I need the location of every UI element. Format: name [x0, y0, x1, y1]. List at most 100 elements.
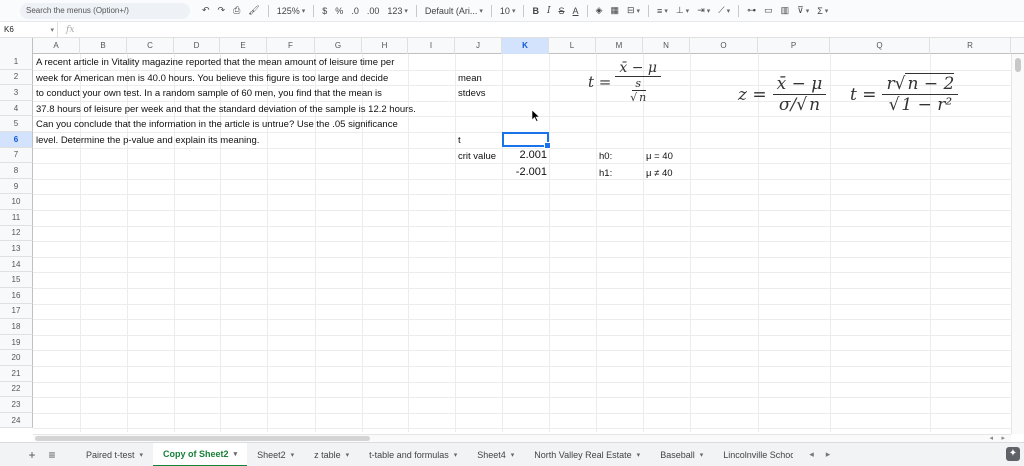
chevron-down-icon[interactable]: ▾	[637, 451, 641, 459]
text-wrap-icon[interactable]: ⇥	[693, 3, 714, 19]
column-header-f[interactable]: F	[267, 38, 315, 54]
cell-k7[interactable]: 2.001	[503, 148, 547, 163]
column-header-n[interactable]: N	[643, 38, 690, 54]
row-header-3[interactable]: 3	[0, 85, 33, 101]
increase-decimal-button[interactable]: .00	[363, 3, 384, 19]
row-header-13[interactable]: 13	[0, 241, 33, 257]
cell-m7[interactable]: h0:	[599, 149, 612, 164]
row-header-9[interactable]: 9	[0, 178, 33, 195]
chevron-down-icon[interactable]: ▾	[700, 451, 704, 459]
functions-button[interactable]: Σ	[813, 3, 832, 19]
row-header-2[interactable]: 2	[0, 69, 33, 86]
row-header-8[interactable]: 8	[0, 163, 33, 179]
currency-button[interactable]: $	[318, 3, 331, 19]
text-rotate-icon[interactable]: ⟋	[714, 3, 734, 19]
undo-icon[interactable]: ↶	[198, 3, 214, 19]
italic-button[interactable]: I	[543, 3, 555, 19]
row-header-12[interactable]: 12	[0, 225, 33, 242]
column-header-d[interactable]: D	[174, 38, 220, 54]
cell-j2[interactable]: mean	[458, 71, 482, 86]
row-header-4[interactable]: 4	[0, 100, 33, 117]
sheet-tab[interactable]: Paired t-test ▾	[76, 443, 153, 466]
row-header-22[interactable]: 22	[0, 381, 33, 398]
column-header-h[interactable]: H	[362, 38, 408, 54]
row-header-10[interactable]: 10	[0, 194, 33, 210]
chevron-down-icon[interactable]: ▾	[291, 451, 295, 459]
row-header-19[interactable]: 19	[0, 334, 33, 351]
column-header-l[interactable]: L	[549, 38, 596, 54]
chart-icon[interactable]: ▥	[777, 3, 794, 19]
column-header-a[interactable]: A	[33, 38, 80, 54]
decrease-decimal-button[interactable]: .0	[347, 3, 363, 19]
sheet-tab[interactable]: Sheet4 ▾	[467, 443, 524, 466]
select-all-corner[interactable]	[0, 38, 33, 54]
cell-j7[interactable]: crit value	[458, 149, 496, 164]
borders-icon[interactable]: ▦	[606, 3, 623, 19]
explore-icon[interactable]: ✦	[1006, 447, 1020, 461]
column-header-e[interactable]: E	[220, 38, 267, 54]
row-header-6[interactable]: 6	[0, 132, 33, 148]
row-header-5[interactable]: 5	[0, 116, 33, 132]
text-color-button[interactable]: A	[569, 3, 583, 19]
sheet-tab[interactable]: North Valley Real Estate ▾	[524, 443, 650, 466]
row-header-24[interactable]: 24	[0, 412, 33, 429]
row-header-17[interactable]: 17	[0, 303, 33, 320]
cell-a3[interactable]: to conduct your own test. In a random sa…	[36, 86, 382, 101]
name-box[interactable]: K6 ▾	[0, 22, 58, 37]
zoom-select[interactable]: 125%	[273, 3, 310, 19]
tabs-next-icon[interactable]: ▸	[820, 449, 837, 460]
align-left-icon[interactable]: ≡	[653, 3, 672, 19]
row-header-1[interactable]: 1	[0, 54, 33, 70]
cell-j3[interactable]: stdevs	[458, 86, 485, 101]
strikethrough-button[interactable]: S	[555, 3, 569, 19]
comment-icon[interactable]: ▭	[760, 3, 777, 19]
vertical-align-icon[interactable]: ⊥	[672, 3, 693, 19]
vertical-scrollbar[interactable]	[1011, 54, 1024, 434]
cell-a4[interactable]: 37.8 hours of leisure per week and that …	[36, 102, 416, 117]
row-header-7[interactable]: 7	[0, 147, 33, 164]
merge-cells-icon[interactable]: ⊟	[623, 3, 644, 19]
link-icon[interactable]: ⊶	[743, 3, 760, 19]
row-header-23[interactable]: 23	[0, 397, 33, 413]
tabs-prev-icon[interactable]: ◂	[803, 449, 820, 460]
scroll-right-icon[interactable]: ▸	[1001, 434, 1005, 442]
paint-format-icon[interactable]: 🖌	[244, 3, 263, 19]
column-header-c[interactable]: C	[127, 38, 174, 54]
scroll-left-icon[interactable]: ◂	[989, 434, 993, 442]
active-cell-k6[interactable]	[502, 132, 551, 149]
column-header-g[interactable]: G	[315, 38, 362, 54]
formula-input[interactable]	[74, 22, 1024, 37]
cell-n8[interactable]: μ ≠ 40	[646, 166, 673, 181]
print-icon[interactable]: ⎙	[229, 3, 244, 19]
font-size-select[interactable]: 10	[496, 3, 520, 19]
chevron-down-icon[interactable]: ▾	[140, 451, 144, 459]
redo-icon[interactable]: ↷	[214, 3, 230, 19]
all-sheets-icon[interactable]: ≡	[42, 448, 62, 462]
column-header-m[interactable]: M	[596, 38, 643, 54]
sheet-tab[interactable]: Lincolnville Schoo	[713, 443, 803, 466]
column-header-r[interactable]: R	[930, 38, 1011, 54]
menu-search-input[interactable]: Search the menus (Option+/)	[20, 2, 190, 19]
sheet-tab[interactable]: t-table and formulas ▾	[359, 443, 467, 466]
row-header-18[interactable]: 18	[0, 319, 33, 335]
column-header-j[interactable]: J	[455, 38, 502, 54]
row-header-14[interactable]: 14	[0, 256, 33, 273]
sheet-tab[interactable]: Sheet2 ▾	[247, 443, 304, 466]
row-header-11[interactable]: 11	[0, 210, 33, 226]
chevron-down-icon[interactable]: ▾	[511, 451, 515, 459]
row-header-21[interactable]: 21	[0, 366, 33, 382]
chevron-down-icon[interactable]: ▾	[234, 450, 238, 458]
cell-j6[interactable]: t	[458, 133, 461, 148]
bold-button[interactable]: B	[528, 3, 543, 19]
more-formats-select[interactable]: 123	[383, 3, 412, 19]
vertical-scroll-thumb[interactable]	[1015, 58, 1021, 72]
column-header-p[interactable]: P	[758, 38, 830, 54]
horizontal-scroll-thumb[interactable]	[35, 436, 370, 441]
font-select[interactable]: Default (Ari...	[421, 3, 487, 19]
sheet-tab[interactable]: Baseball ▾	[650, 443, 713, 466]
column-header-b[interactable]: B	[80, 38, 127, 54]
row-header-20[interactable]: 20	[0, 350, 33, 366]
fill-color-icon[interactable]: ◈	[592, 3, 607, 19]
chevron-down-icon[interactable]: ▾	[454, 451, 458, 459]
column-header-k[interactable]: K	[502, 38, 549, 54]
